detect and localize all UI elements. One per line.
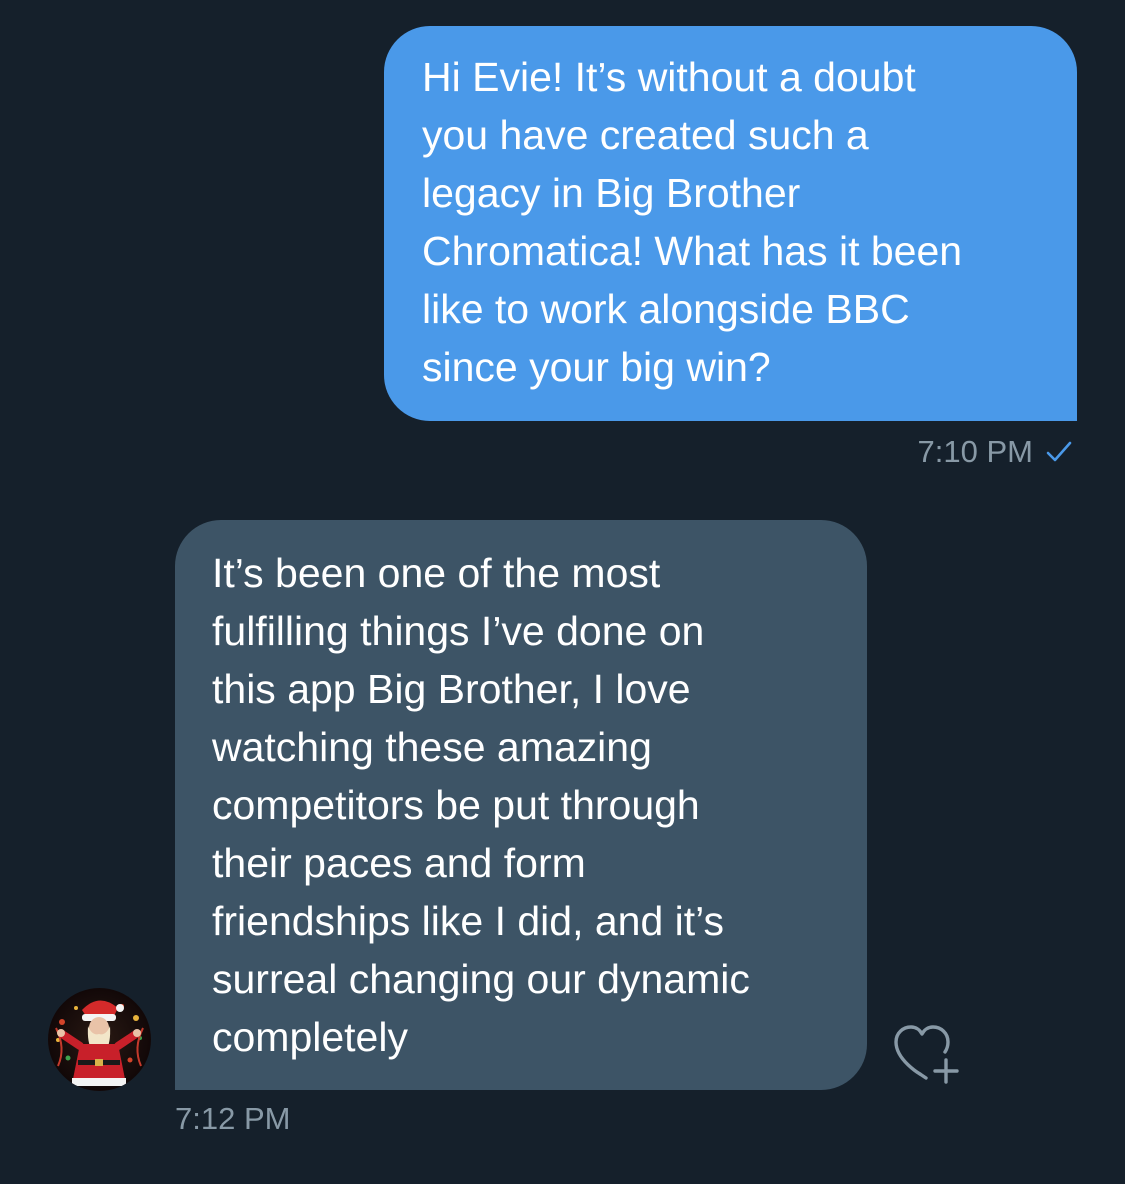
check-icon <box>1046 441 1072 462</box>
received-message-bubble[interactable]: It’s been one of the most fulfilling thi… <box>175 520 867 1090</box>
sent-message-meta: 7:10 PM <box>918 434 1073 470</box>
avatar[interactable] <box>48 988 151 1091</box>
sent-message-bubble[interactable]: Hi Evie! It’s without a doubt you have c… <box>384 26 1077 421</box>
sent-message-time: 7:10 PM <box>917 434 1033 469</box>
heart-plus-icon[interactable] <box>890 1022 962 1086</box>
avatar-image <box>55 1000 144 1086</box>
received-message-time: 7:12 PM <box>175 1101 291 1136</box>
